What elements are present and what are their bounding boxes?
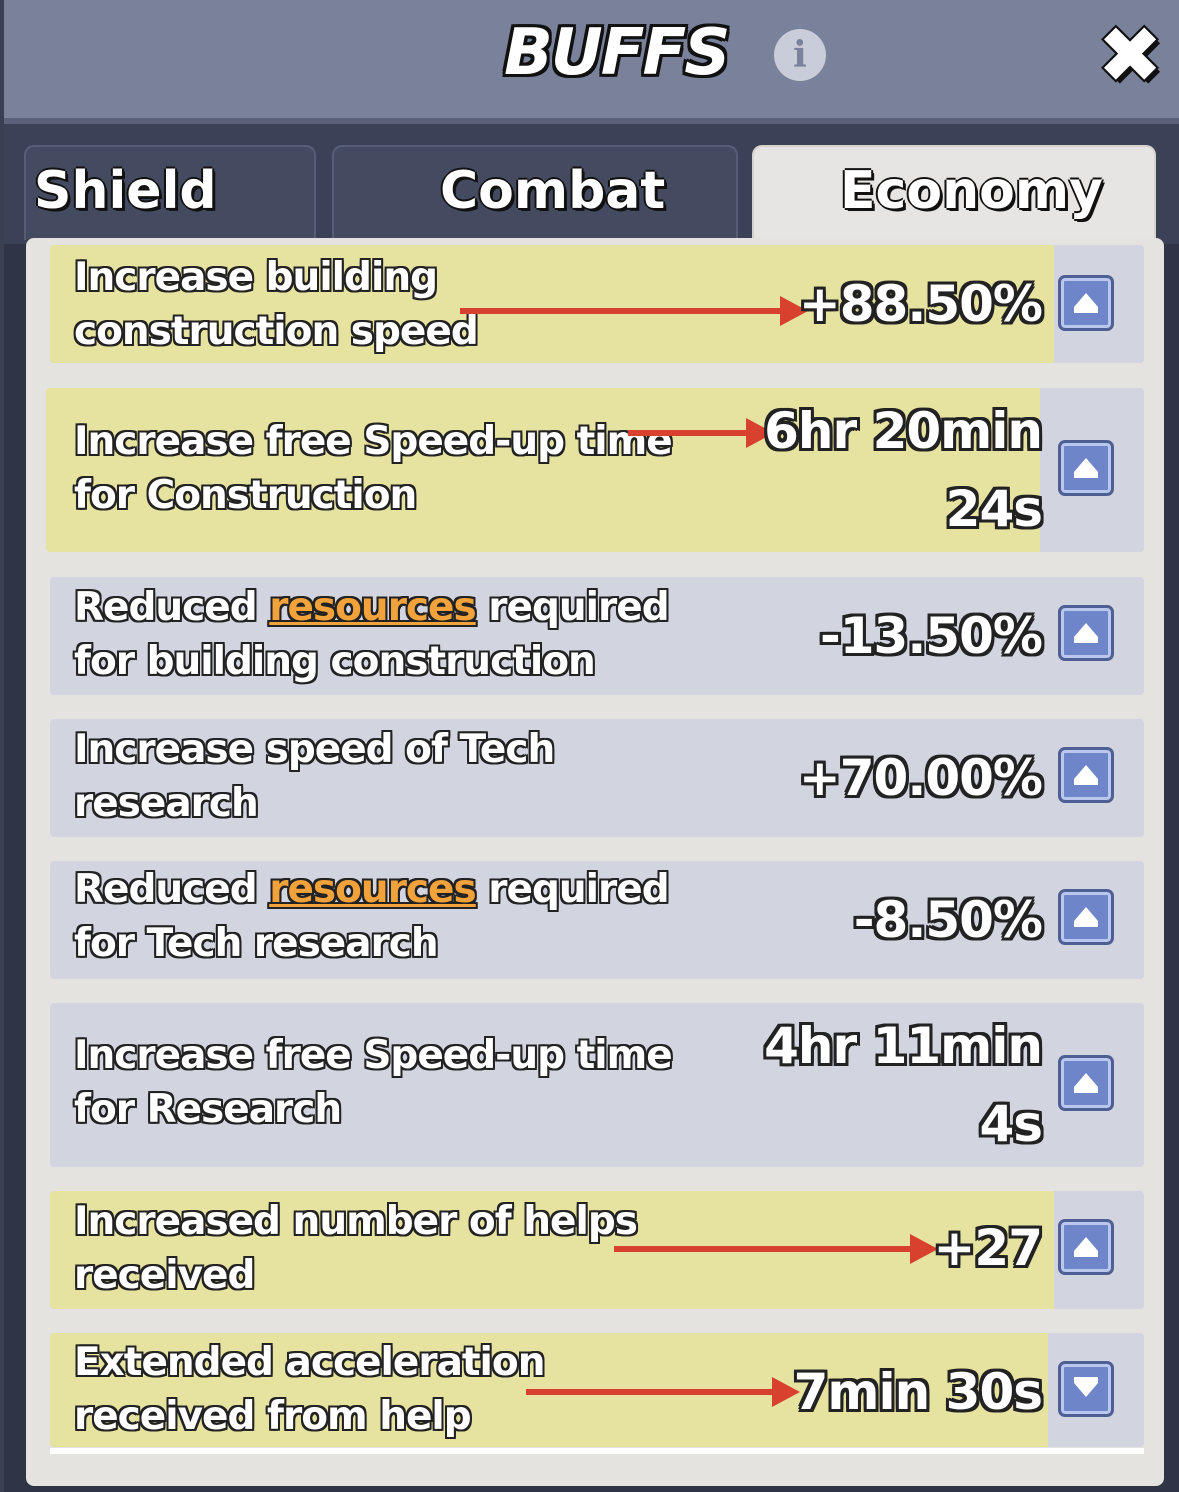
buff-description-line1: Reduced resources required: [74, 863, 670, 917]
buff-description-line2: construction speed: [74, 309, 479, 354]
buff-description-line2: for Tech research: [74, 921, 439, 966]
caret-bar: [1074, 307, 1098, 313]
resources-link[interactable]: resources: [269, 867, 476, 912]
expand-button[interactable]: [1058, 1219, 1114, 1275]
tab-shield[interactable]: Shield: [24, 145, 316, 240]
buff-description-line2: research: [74, 781, 259, 826]
buff-value: 7min 30s: [793, 1363, 1043, 1421]
buff-description: Increase free Speed-up time for Research: [74, 1029, 673, 1137]
buffs-window: BUFFS i ✖ Shield Combat Economy Increase…: [4, 0, 1179, 1492]
buff-description-line1: Increase free Speed-up time: [74, 419, 673, 464]
caret-up-icon: [1074, 623, 1098, 637]
caret-up-icon: [1074, 1237, 1098, 1251]
caret-bar: [1074, 779, 1098, 785]
buff-value-line2: 4s: [979, 1095, 1043, 1153]
buff-description-line1: Reduced resources required: [74, 581, 670, 635]
caret-down-icon: [1074, 1383, 1098, 1397]
text-fragment: Reduced: [74, 867, 270, 912]
tab-label: Combat: [440, 161, 666, 221]
list-item: Increase building construction speed +88…: [50, 245, 1144, 363]
list-item: Reduced resources required for Tech rese…: [50, 861, 1144, 979]
list-item: Increase free Speed-up time for Construc…: [46, 388, 1144, 552]
caret-bar: [1074, 1087, 1098, 1093]
buff-description-line1: Increase building: [74, 255, 438, 300]
buff-description-line1: Increased number of helps: [74, 1199, 638, 1244]
close-icon[interactable]: ✖: [1092, 17, 1168, 95]
buff-description-line2: for Construction: [74, 473, 417, 518]
buff-description-line2: for building construction: [74, 639, 596, 684]
buff-value: -8.50%: [853, 891, 1043, 949]
text-fragment: Reduced: [74, 585, 270, 630]
red-arrow: [460, 296, 808, 326]
buff-description-line2: for Research: [74, 1087, 342, 1132]
expand-button[interactable]: [1058, 605, 1114, 661]
buff-description-line1: Increase free Speed-up time: [74, 1033, 673, 1078]
buff-description-line1: Extended acceleration: [74, 1340, 545, 1385]
buff-description: Extended acceleration received from help: [74, 1336, 545, 1444]
buff-description: Increase building construction speed: [74, 251, 479, 359]
caret-bar: [1074, 1251, 1098, 1257]
list-item: Reduced resources required for building …: [50, 577, 1144, 695]
expand-button[interactable]: [1058, 275, 1114, 331]
expand-button[interactable]: [1058, 440, 1114, 496]
tab-label: Economy: [840, 161, 1103, 221]
list-item: Increase speed of Tech research +70.00%: [50, 719, 1144, 837]
buff-description: Increase free Speed-up time for Construc…: [74, 415, 673, 523]
red-arrow: [628, 418, 774, 448]
caret-up-icon: [1074, 293, 1098, 307]
header-bar: BUFFS i ✖: [4, 0, 1179, 124]
list-item: Increased number of helps received +27: [50, 1191, 1144, 1309]
caret-up-icon: [1074, 907, 1098, 921]
buff-description: Reduced resources required for building …: [74, 581, 670, 689]
buff-description: Increased number of helps received: [74, 1195, 638, 1303]
caret-bar: [1074, 637, 1098, 643]
buff-description: Increase speed of Tech research: [74, 723, 555, 831]
resources-link[interactable]: resources: [269, 585, 476, 630]
expand-button[interactable]: [1058, 889, 1114, 945]
list-item: Extended acceleration received from help…: [50, 1333, 1144, 1447]
info-icon[interactable]: i: [774, 29, 826, 81]
buff-description-line1: Increase speed of Tech: [74, 727, 555, 772]
expand-button[interactable]: [1058, 747, 1114, 803]
buff-value-line2: 24s: [945, 480, 1043, 538]
window-title: BUFFS: [504, 16, 730, 90]
buff-value: -13.50%: [819, 607, 1043, 665]
red-arrow: [614, 1234, 938, 1264]
tab-economy[interactable]: Economy: [752, 145, 1156, 240]
caret-up-icon: [1074, 765, 1098, 779]
buff-description-line2: received: [74, 1253, 255, 1298]
red-arrow: [526, 1377, 800, 1407]
buff-description: Reduced resources required for Tech rese…: [74, 863, 670, 971]
text-fragment: required: [475, 585, 669, 630]
buff-value: +88.50%: [798, 275, 1043, 333]
buff-value: +70.00%: [798, 749, 1043, 807]
caret-up-icon: [1074, 458, 1098, 472]
buff-description-line2: received from help: [74, 1394, 472, 1439]
expand-button[interactable]: [1058, 1055, 1114, 1111]
text-fragment: required: [475, 867, 669, 912]
buff-value-line1: 4hr 11min: [764, 1017, 1043, 1075]
tab-label: Shield: [34, 161, 217, 221]
divider: [50, 1448, 1144, 1454]
buff-value: +27: [933, 1219, 1043, 1277]
list-item: Increase free Speed-up time for Research…: [50, 1003, 1144, 1167]
buff-value-line1: 6hr 20min: [764, 402, 1043, 460]
caret-bar: [1074, 472, 1098, 478]
caret-up-icon: [1074, 1073, 1098, 1087]
caret-bar: [1074, 921, 1098, 927]
collapse-button[interactable]: [1058, 1361, 1114, 1417]
tab-combat[interactable]: Combat: [332, 145, 738, 240]
